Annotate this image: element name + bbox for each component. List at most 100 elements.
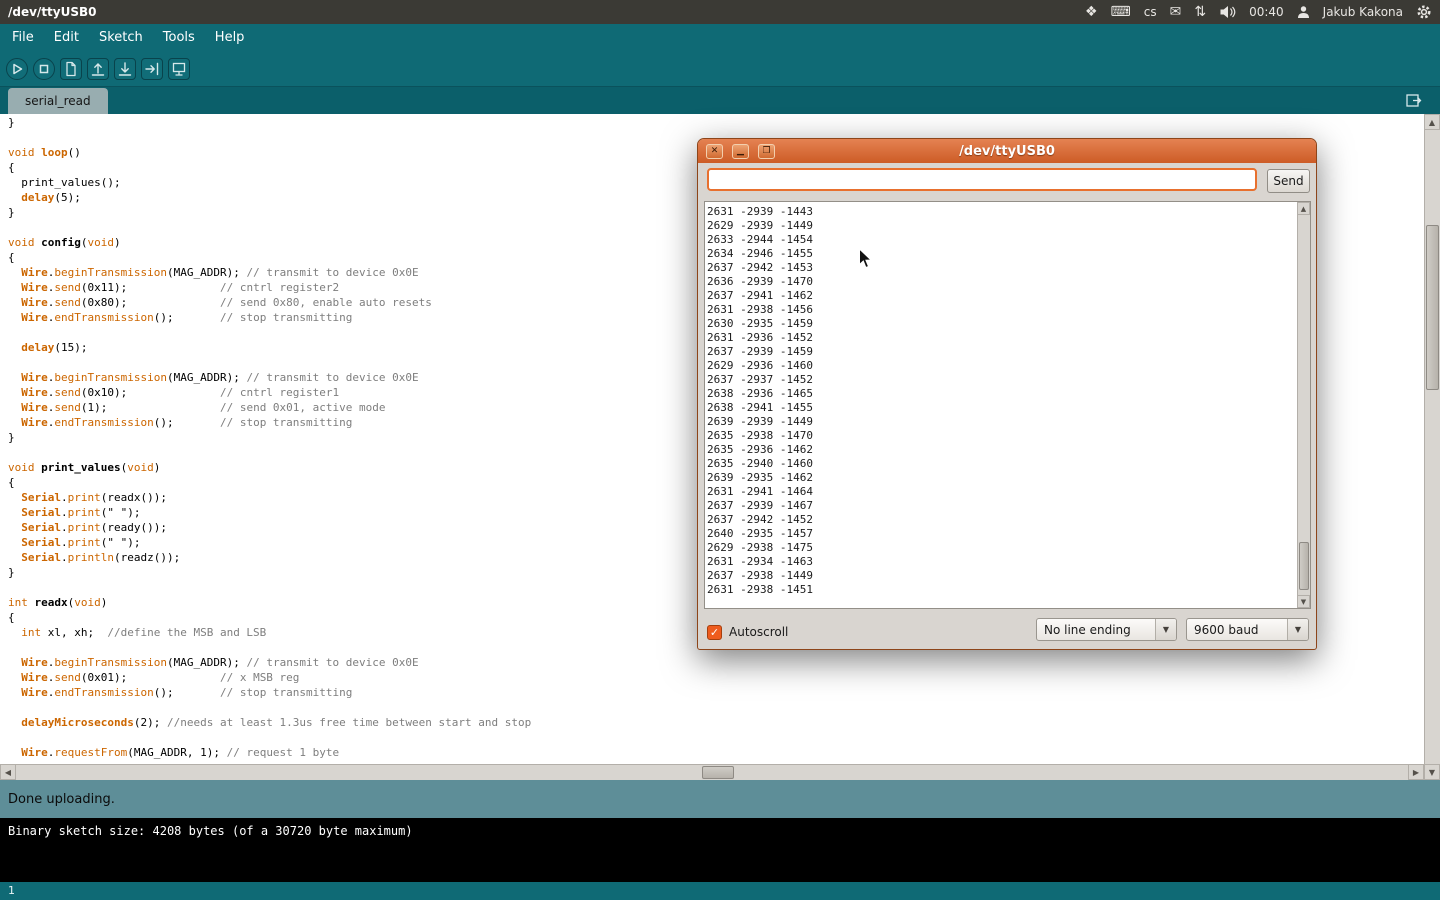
stop-button[interactable] [33, 58, 55, 80]
serial-line: 2637 -2942 -1453 [707, 261, 1297, 275]
serial-line: 2631 -2936 -1452 [707, 331, 1297, 345]
code-line [8, 700, 1424, 715]
chevron-down-icon[interactable]: ▼ [1287, 619, 1308, 640]
serial-scroll-thumb[interactable] [1299, 542, 1309, 590]
tab-strip: serial_read [0, 86, 1440, 114]
serial-line: 2635 -2936 -1462 [707, 443, 1297, 457]
top-panel: /dev/ttyUSB0 ❖ ⌨ cs ✉ ⇅ 00:40 Jakub Kako… [0, 0, 1440, 24]
code-line: Wire.endTransmission(); // stop transmit… [8, 685, 1424, 700]
active-window-title: /dev/ttyUSB0 [8, 5, 97, 19]
upload-button[interactable] [141, 58, 163, 80]
open-sketch-button[interactable] [87, 58, 109, 80]
serial-line: 2637 -2938 -1449 [707, 569, 1297, 583]
serial-line: 2635 -2938 -1470 [707, 429, 1297, 443]
mail-icon[interactable]: ✉ [1170, 0, 1182, 24]
code-line: Wire.beginTransmission(MAG_ADDR); // tra… [8, 655, 1424, 670]
editor-horizontal-scrollbar[interactable]: ◀ ▶ [0, 764, 1424, 780]
menu-bar: FileEditSketchToolsHelp [0, 24, 1440, 52]
serial-line: 2631 -2941 -1464 [707, 485, 1297, 499]
code-line: Wire.send(0x01); // x MSB reg [8, 670, 1424, 685]
serial-line: 2638 -2936 -1465 [707, 387, 1297, 401]
user-icon[interactable] [1297, 5, 1310, 19]
menu-file[interactable]: File [2, 24, 44, 52]
serial-line: 2633 -2944 -1454 [707, 233, 1297, 247]
serial-output-area[interactable]: 2631 -2939 -14432629 -2939 -14492633 -29… [704, 201, 1311, 609]
vertical-scroll-thumb[interactable] [1426, 225, 1439, 390]
serial-scroll-up-arrow[interactable]: ▲ [1297, 202, 1310, 215]
window-minimize-button[interactable]: ▁ [732, 144, 749, 159]
autoscroll-checkbox[interactable]: ✓ [707, 625, 722, 640]
serial-line: 2640 -2935 -1457 [707, 527, 1297, 541]
tab-menu-button[interactable] [1404, 92, 1424, 110]
window-maximize-button[interactable]: ❐ [758, 144, 775, 159]
verify-button[interactable] [6, 58, 28, 80]
serial-send-input[interactable] [707, 168, 1257, 191]
code-line: Wire.requestFrom(MAG_ADDR, 1); // reques… [8, 745, 1424, 760]
scroll-down-arrow[interactable]: ▼ [1424, 764, 1440, 780]
serial-line: 2639 -2939 -1449 [707, 415, 1297, 429]
new-sketch-button[interactable] [60, 58, 82, 80]
toolbar [0, 52, 1440, 86]
line-ending-value: No line ending [1037, 623, 1155, 637]
scroll-up-arrow[interactable]: ▲ [1424, 114, 1440, 130]
menu-help[interactable]: Help [205, 24, 255, 52]
menu-tools[interactable]: Tools [153, 24, 205, 52]
serial-scroll-down-arrow[interactable]: ▼ [1297, 595, 1310, 608]
serial-line: 2637 -2939 -1467 [707, 499, 1297, 513]
serial-line: 2637 -2942 -1452 [707, 513, 1297, 527]
sync-arrows-icon[interactable]: ⇅ [1194, 0, 1206, 24]
serial-monitor-title: /dev/ttyUSB0 [698, 144, 1316, 159]
status-bar: Done uploading. [0, 780, 1440, 818]
window-close-button[interactable]: ✕ [706, 144, 723, 159]
serial-line: 2638 -2941 -1455 [707, 401, 1297, 415]
keyboard-icon[interactable]: ⌨ [1111, 0, 1131, 24]
volume-icon[interactable] [1219, 5, 1236, 19]
send-button[interactable]: Send [1267, 169, 1310, 193]
editor-vertical-scrollbar[interactable]: ▲ ▼ [1424, 114, 1440, 780]
serial-line: 2631 -2938 -1451 [707, 583, 1297, 597]
baud-rate-dropdown[interactable]: 9600 baud ▼ [1186, 618, 1309, 641]
autoscroll-label: Autoscroll [729, 625, 788, 639]
serial-monitor-window: ✕ ▁ ❐ /dev/ttyUSB0 Send 2631 -2939 -1443… [697, 138, 1317, 650]
chevron-down-icon[interactable]: ▼ [1155, 619, 1176, 640]
dropbox-icon[interactable]: ❖ [1085, 0, 1098, 24]
console-message: Binary sketch size: 4208 bytes (of a 307… [8, 824, 413, 838]
baud-rate-value: 9600 baud [1187, 623, 1287, 637]
serial-monitor-titlebar[interactable]: ✕ ▁ ❐ /dev/ttyUSB0 [698, 139, 1316, 163]
serial-output-scrollbar[interactable]: ▲ ▼ [1297, 202, 1310, 608]
arduino-ide-screen: /dev/ttyUSB0 ❖ ⌨ cs ✉ ⇅ 00:40 Jakub Kako… [0, 0, 1440, 900]
code-line: delayMicroseconds(2); //needs at least 1… [8, 715, 1424, 730]
save-sketch-button[interactable] [114, 58, 136, 80]
clock[interactable]: 00:40 [1249, 5, 1284, 19]
serial-line: 2637 -2941 -1462 [707, 289, 1297, 303]
horizontal-scroll-thumb[interactable] [702, 766, 734, 779]
serial-line: 2637 -2937 -1452 [707, 373, 1297, 387]
keyboard-layout-indicator[interactable]: cs [1144, 5, 1157, 19]
serial-line: 2631 -2934 -1463 [707, 555, 1297, 569]
serial-line: 2634 -2946 -1455 [707, 247, 1297, 261]
serial-line: 2629 -2936 -1460 [707, 359, 1297, 373]
scroll-right-arrow[interactable]: ▶ [1408, 764, 1424, 780]
serial-line: 2635 -2940 -1460 [707, 457, 1297, 471]
gear-icon[interactable] [1416, 4, 1432, 20]
status-message: Done uploading. [8, 792, 115, 807]
user-name[interactable]: Jakub Kakona [1323, 5, 1403, 19]
code-line [8, 730, 1424, 745]
serial-monitor-button[interactable] [168, 58, 190, 80]
serial-line: 2629 -2938 -1475 [707, 541, 1297, 555]
tab-serial-read[interactable]: serial_read [8, 88, 108, 114]
scroll-left-arrow[interactable]: ◀ [0, 764, 16, 780]
line-number-bar: 1 [0, 882, 1440, 900]
menu-edit[interactable]: Edit [44, 24, 89, 52]
serial-line: 2631 -2938 -1456 [707, 303, 1297, 317]
serial-output-lines: 2631 -2939 -14432629 -2939 -14492633 -29… [705, 202, 1297, 608]
serial-line: 2631 -2939 -1443 [707, 205, 1297, 219]
serial-line: 2630 -2935 -1459 [707, 317, 1297, 331]
menu-sketch[interactable]: Sketch [89, 24, 153, 52]
current-line-number: 1 [8, 884, 15, 897]
serial-line: 2639 -2935 -1462 [707, 471, 1297, 485]
serial-monitor-controls: ✓ Autoscroll No line ending ▼ 9600 baud … [698, 618, 1316, 646]
code-line: } [8, 115, 1424, 130]
line-ending-dropdown[interactable]: No line ending ▼ [1036, 618, 1177, 641]
mouse-cursor [858, 248, 873, 270]
